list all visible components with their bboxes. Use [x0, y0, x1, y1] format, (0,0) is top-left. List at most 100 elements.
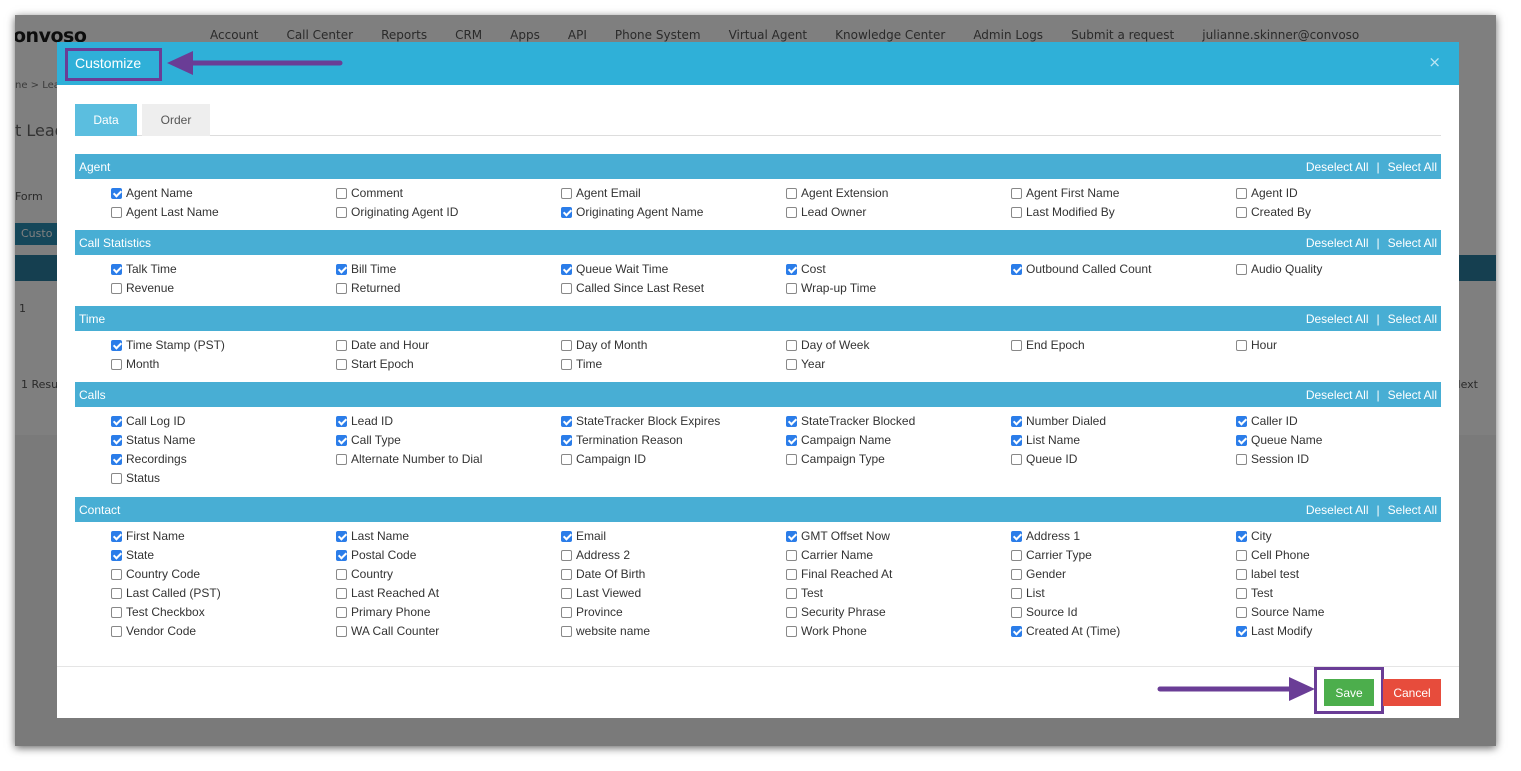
checkbox-checked-icon[interactable]	[336, 415, 347, 427]
checkbox-item[interactable]: GMT Offset Now	[786, 528, 1011, 544]
checkbox-item[interactable]: Created By	[1236, 204, 1461, 220]
checkbox-item[interactable]: Cost	[786, 261, 1011, 277]
deselect-all-link[interactable]: Deselect All	[1306, 503, 1369, 517]
checkbox-item[interactable]: Status Name	[111, 432, 336, 448]
select-all-link[interactable]: Select All	[1388, 236, 1437, 250]
deselect-all-link[interactable]: Deselect All	[1306, 312, 1369, 326]
checkbox-item[interactable]: Hour	[1236, 337, 1461, 353]
checkbox-checked-icon[interactable]	[336, 530, 347, 542]
checkbox-checked-icon[interactable]	[561, 415, 572, 427]
checkbox-item[interactable]: Postal Code	[336, 547, 561, 563]
select-all-link[interactable]: Select All	[1388, 312, 1437, 326]
checkbox-item[interactable]: Alternate Number to Dial	[336, 451, 561, 467]
checkbox-item[interactable]: Audio Quality	[1236, 261, 1461, 277]
checkbox-unchecked-icon[interactable]	[1011, 549, 1022, 561]
checkbox-item[interactable]: Vendor Code	[111, 623, 336, 639]
checkbox-item[interactable]: Carrier Type	[1011, 547, 1236, 563]
checkbox-unchecked-icon[interactable]	[1011, 187, 1022, 199]
checkbox-item[interactable]: Termination Reason	[561, 432, 786, 448]
checkbox-unchecked-icon[interactable]	[561, 625, 572, 637]
checkbox-item[interactable]: Gender	[1011, 566, 1236, 582]
checkbox-item[interactable]: Lead ID	[336, 413, 561, 429]
save-button[interactable]: Save	[1324, 679, 1374, 706]
checkbox-unchecked-icon[interactable]	[1236, 606, 1247, 618]
checkbox-item[interactable]: Queue Wait Time	[561, 261, 786, 277]
checkbox-item[interactable]: Talk Time	[111, 261, 336, 277]
checkbox-item[interactable]: Carrier Name	[786, 547, 1011, 563]
checkbox-item[interactable]: Number Dialed	[1011, 413, 1236, 429]
checkbox-unchecked-icon[interactable]	[786, 358, 797, 370]
checkbox-item[interactable]: Agent Name	[111, 185, 336, 201]
checkbox-unchecked-icon[interactable]	[336, 587, 347, 599]
checkbox-item[interactable]: Returned	[336, 280, 561, 296]
checkbox-unchecked-icon[interactable]	[111, 587, 122, 599]
checkbox-unchecked-icon[interactable]	[1011, 606, 1022, 618]
checkbox-item[interactable]: List Name	[1011, 432, 1236, 448]
select-all-link[interactable]: Select All	[1388, 160, 1437, 174]
checkbox-item[interactable]: Day of Week	[786, 337, 1011, 353]
checkbox-checked-icon[interactable]	[111, 530, 122, 542]
checkbox-item[interactable]: Queue ID	[1011, 451, 1236, 467]
checkbox-item[interactable]: Last Reached At	[336, 585, 561, 601]
checkbox-item[interactable]: Created At (Time)	[1011, 623, 1236, 639]
checkbox-unchecked-icon[interactable]	[336, 453, 347, 465]
checkbox-unchecked-icon[interactable]	[786, 339, 797, 351]
checkbox-item[interactable]: Comment	[336, 185, 561, 201]
checkbox-item[interactable]: label test	[1236, 566, 1461, 582]
checkbox-item[interactable]: WA Call Counter	[336, 623, 561, 639]
checkbox-item[interactable]: Campaign Name	[786, 432, 1011, 448]
checkbox-item[interactable]: Agent Last Name	[111, 204, 336, 220]
checkbox-item[interactable]: Source Name	[1236, 604, 1461, 620]
cancel-button[interactable]: Cancel	[1383, 679, 1441, 706]
checkbox-checked-icon[interactable]	[1011, 530, 1022, 542]
checkbox-unchecked-icon[interactable]	[561, 568, 572, 580]
checkbox-checked-icon[interactable]	[1011, 434, 1022, 446]
checkbox-checked-icon[interactable]	[1011, 263, 1022, 275]
checkbox-checked-icon[interactable]	[561, 434, 572, 446]
checkbox-item[interactable]: Called Since Last Reset	[561, 280, 786, 296]
checkbox-unchecked-icon[interactable]	[1236, 206, 1247, 218]
checkbox-item[interactable]: Time Stamp (PST)	[111, 337, 336, 353]
checkbox-item[interactable]: Call Log ID	[111, 413, 336, 429]
checkbox-unchecked-icon[interactable]	[111, 282, 122, 294]
checkbox-unchecked-icon[interactable]	[786, 587, 797, 599]
checkbox-checked-icon[interactable]	[1236, 625, 1247, 637]
checkbox-checked-icon[interactable]	[336, 434, 347, 446]
checkbox-unchecked-icon[interactable]	[1236, 263, 1247, 275]
tab-data[interactable]: Data	[75, 104, 137, 136]
checkbox-unchecked-icon[interactable]	[1236, 187, 1247, 199]
checkbox-checked-icon[interactable]	[111, 549, 122, 561]
checkbox-unchecked-icon[interactable]	[786, 206, 797, 218]
checkbox-unchecked-icon[interactable]	[561, 187, 572, 199]
checkbox-item[interactable]: Lead Owner	[786, 204, 1011, 220]
checkbox-checked-icon[interactable]	[111, 263, 122, 275]
checkbox-checked-icon[interactable]	[111, 434, 122, 446]
checkbox-unchecked-icon[interactable]	[786, 282, 797, 294]
checkbox-item[interactable]: Email	[561, 528, 786, 544]
checkbox-item[interactable]: StateTracker Blocked	[786, 413, 1011, 429]
checkbox-unchecked-icon[interactable]	[111, 568, 122, 580]
checkbox-unchecked-icon[interactable]	[1236, 339, 1247, 351]
close-icon[interactable]: ×	[1428, 53, 1441, 71]
checkbox-item[interactable]: Call Type	[336, 432, 561, 448]
deselect-all-link[interactable]: Deselect All	[1306, 236, 1369, 250]
checkbox-checked-icon[interactable]	[1236, 415, 1247, 427]
checkbox-unchecked-icon[interactable]	[786, 625, 797, 637]
checkbox-item[interactable]: Agent First Name	[1011, 185, 1236, 201]
checkbox-item[interactable]: Last Called (PST)	[111, 585, 336, 601]
checkbox-unchecked-icon[interactable]	[336, 606, 347, 618]
checkbox-item[interactable]: StateTracker Block Expires	[561, 413, 786, 429]
tab-order[interactable]: Order	[142, 104, 210, 136]
checkbox-item[interactable]: Province	[561, 604, 786, 620]
checkbox-item[interactable]: Queue Name	[1236, 432, 1461, 448]
checkbox-unchecked-icon[interactable]	[336, 282, 347, 294]
checkbox-unchecked-icon[interactable]	[561, 587, 572, 599]
checkbox-checked-icon[interactable]	[1236, 530, 1247, 542]
checkbox-item[interactable]: Status	[111, 470, 336, 486]
checkbox-item[interactable]: Wrap-up Time	[786, 280, 1011, 296]
checkbox-checked-icon[interactable]	[786, 434, 797, 446]
deselect-all-link[interactable]: Deselect All	[1306, 388, 1369, 402]
checkbox-unchecked-icon[interactable]	[336, 206, 347, 218]
checkbox-checked-icon[interactable]	[111, 415, 122, 427]
deselect-all-link[interactable]: Deselect All	[1306, 160, 1369, 174]
